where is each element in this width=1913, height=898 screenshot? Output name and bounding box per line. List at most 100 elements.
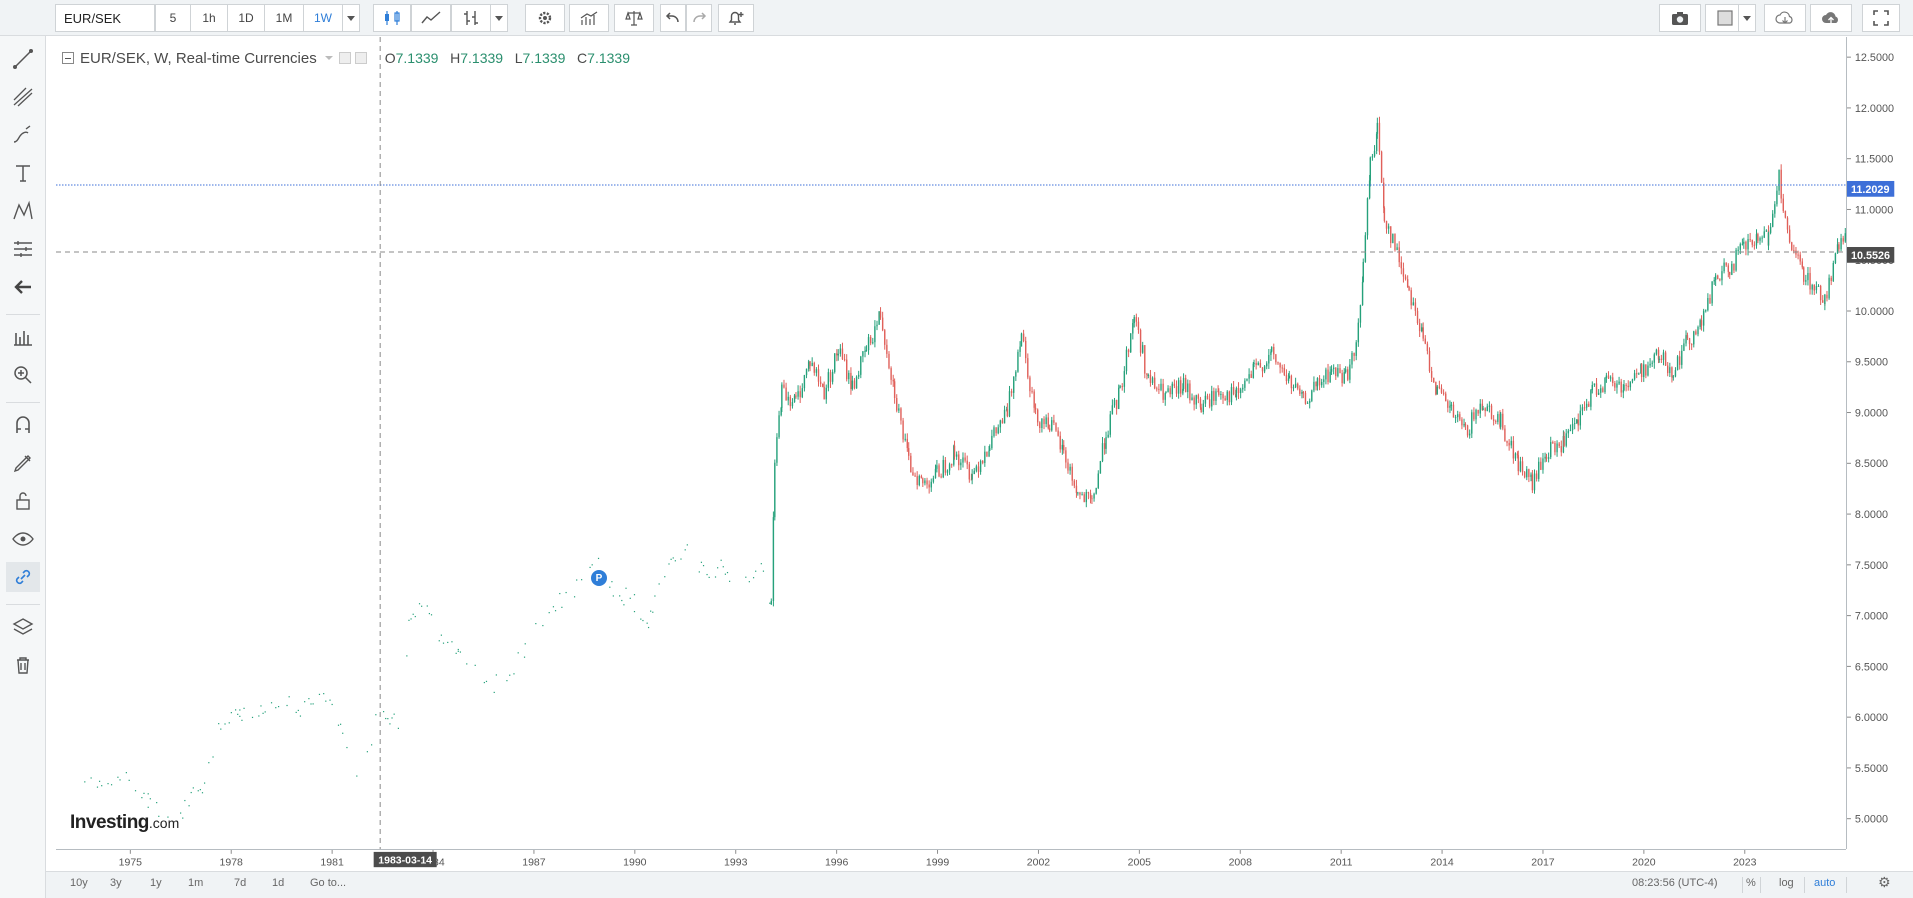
candle-body bbox=[1709, 298, 1711, 304]
price-dot bbox=[199, 789, 201, 791]
redo-icon[interactable] bbox=[686, 4, 712, 32]
candles-style-icon[interactable] bbox=[373, 4, 411, 32]
undo-icon[interactable] bbox=[660, 4, 686, 32]
chart-settings-gear-icon[interactable]: ⚙ bbox=[1878, 874, 1891, 891]
legend-collapse-icon[interactable] bbox=[62, 52, 74, 64]
legend-close-icon[interactable] bbox=[354, 52, 367, 64]
candle-body bbox=[1625, 384, 1627, 386]
candle-body bbox=[1672, 376, 1675, 378]
price-dot bbox=[485, 680, 488, 683]
time-axis[interactable]: 1975197819811984198719901993199619992002… bbox=[56, 849, 1846, 871]
candle-body bbox=[805, 368, 808, 376]
range-7d-button[interactable]: 7d bbox=[234, 877, 246, 889]
price-dot bbox=[457, 648, 459, 651]
layers-icon[interactable] bbox=[6, 612, 40, 642]
candle-body bbox=[1222, 394, 1224, 399]
interval-1m-button[interactable]: 1M bbox=[264, 4, 304, 32]
candle-body bbox=[1791, 242, 1793, 250]
candle-body bbox=[1101, 443, 1104, 462]
indicators-icon[interactable] bbox=[569, 4, 609, 32]
text-tool-icon[interactable] bbox=[6, 158, 40, 188]
pitchfork-icon[interactable] bbox=[6, 82, 40, 112]
measure-icon[interactable] bbox=[6, 234, 40, 264]
candle-body bbox=[1118, 387, 1120, 410]
lock-icon[interactable] bbox=[6, 486, 40, 516]
candle-body bbox=[902, 420, 904, 440]
price-dot bbox=[576, 579, 578, 581]
clock-display[interactable]: 08:23:56 (UTC-4) bbox=[1632, 877, 1718, 889]
candle-body bbox=[1631, 379, 1634, 382]
candle-body bbox=[1215, 391, 1217, 401]
price-chart[interactable] bbox=[56, 37, 1846, 849]
price-dot bbox=[745, 576, 747, 578]
interval-1h-button[interactable]: 1h bbox=[190, 4, 228, 32]
candle-body bbox=[1822, 300, 1824, 303]
symbol-search-input[interactable]: EUR/SEK bbox=[55, 4, 155, 32]
zoom-icon[interactable] bbox=[6, 360, 40, 390]
candle-body bbox=[1456, 414, 1459, 418]
candle-body bbox=[1135, 317, 1138, 322]
bottom-toolbar: 10y 3y 1y 1m 7d 1d Go to... 08:23:56 (UT… bbox=[46, 871, 1913, 898]
eye-icon[interactable] bbox=[6, 524, 40, 554]
range-10y-button[interactable]: 10y bbox=[70, 877, 88, 889]
candle-body bbox=[1313, 381, 1315, 391]
pattern-icon[interactable] bbox=[6, 196, 40, 226]
price-dot bbox=[107, 783, 109, 785]
candle-body bbox=[888, 353, 890, 369]
candle-body bbox=[1053, 420, 1055, 423]
trend-line-icon[interactable] bbox=[6, 44, 40, 74]
bars-style-icon[interactable] bbox=[451, 4, 491, 32]
chart-style-dropdown[interactable] bbox=[490, 4, 508, 32]
compare-icon[interactable] bbox=[614, 4, 654, 32]
link-icon[interactable] bbox=[6, 562, 40, 592]
candle-body bbox=[1595, 383, 1598, 395]
camera-icon[interactable] bbox=[1659, 4, 1701, 32]
legend-settings-icon[interactable] bbox=[338, 52, 351, 64]
percent-scale-button[interactable]: % bbox=[1746, 877, 1756, 889]
long-position-icon[interactable] bbox=[6, 322, 40, 352]
line-style-icon[interactable] bbox=[411, 4, 451, 32]
price-dot bbox=[147, 806, 149, 808]
time-tick-label: 2005 bbox=[1128, 856, 1152, 868]
candle-body bbox=[1482, 408, 1484, 410]
alert-icon[interactable] bbox=[718, 4, 754, 32]
candle-body bbox=[827, 372, 830, 388]
event-marker[interactable]: P bbox=[591, 570, 607, 586]
price-dot bbox=[208, 762, 210, 764]
candle-body bbox=[1627, 385, 1629, 388]
settings-gear-icon[interactable] bbox=[525, 4, 565, 32]
cloud-download-icon[interactable] bbox=[1764, 4, 1806, 32]
candle-body bbox=[1406, 279, 1409, 287]
candle-body bbox=[1640, 364, 1643, 378]
range-3y-button[interactable]: 3y bbox=[110, 877, 122, 889]
candle-body bbox=[1412, 302, 1414, 306]
cloud-upload-icon[interactable] bbox=[1810, 4, 1852, 32]
price-dot bbox=[356, 775, 358, 777]
range-1y-button[interactable]: 1y bbox=[150, 877, 162, 889]
log-scale-button[interactable]: log bbox=[1779, 877, 1794, 889]
interval-1d-button[interactable]: 1D bbox=[227, 4, 265, 32]
interval-1w-button[interactable]: 1W bbox=[303, 4, 343, 32]
price-dot bbox=[535, 623, 537, 625]
range-1m-button[interactable]: 1m bbox=[188, 877, 203, 889]
goto-date-button[interactable]: Go to... bbox=[310, 877, 346, 889]
interval-dropdown-button[interactable] bbox=[342, 4, 360, 32]
layout-dropdown[interactable] bbox=[1738, 4, 1756, 32]
price-dot bbox=[726, 571, 729, 574]
magnet-icon[interactable] bbox=[6, 410, 40, 440]
candle-body bbox=[1838, 244, 1840, 250]
interval-5-button[interactable]: 5 bbox=[155, 4, 191, 32]
trash-icon[interactable] bbox=[6, 650, 40, 680]
back-arrow-icon[interactable] bbox=[6, 272, 40, 302]
brush-icon[interactable] bbox=[6, 120, 40, 150]
legend-title[interactable]: EUR/SEK, W, Real-time Currencies bbox=[80, 50, 317, 67]
expand-icon[interactable] bbox=[1862, 4, 1900, 32]
candle-body bbox=[1383, 182, 1385, 208]
range-1d-button[interactable]: 1d bbox=[272, 877, 284, 889]
candle-body bbox=[1171, 383, 1173, 395]
auto-scale-button[interactable]: auto bbox=[1814, 877, 1835, 889]
stay-in-drawing-mode-icon[interactable] bbox=[6, 448, 40, 478]
price-axis[interactable]: 12.500012.000011.500011.000010.500010.00… bbox=[1846, 37, 1913, 849]
candle-body bbox=[1220, 394, 1222, 396]
legend-caret-icon[interactable] bbox=[324, 56, 333, 60]
